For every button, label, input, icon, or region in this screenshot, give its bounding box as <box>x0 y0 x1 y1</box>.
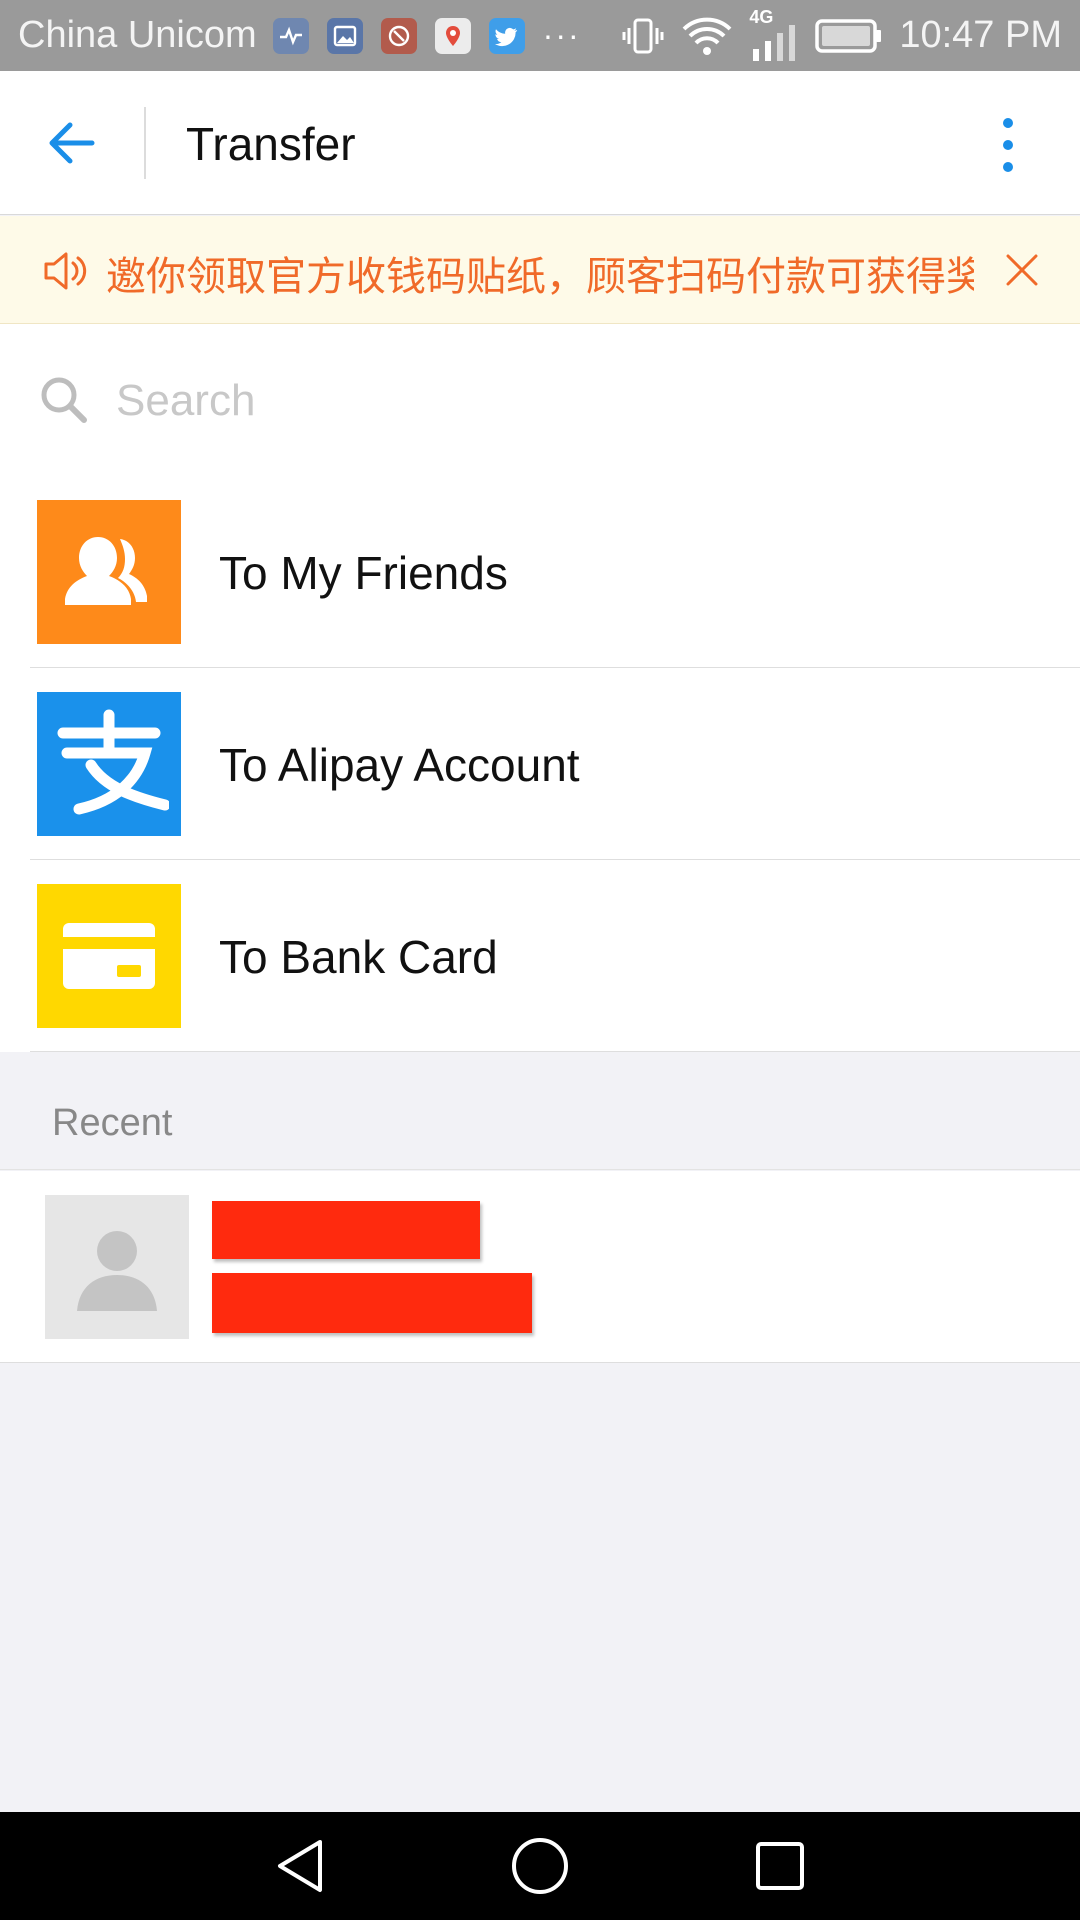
section-title: Recent <box>52 1102 173 1144</box>
twitter-icon <box>488 17 525 54</box>
option-to-alipay-account[interactable]: To Alipay Account <box>0 668 1080 860</box>
redacted-account <box>212 1273 532 1333</box>
recent-header: Recent <box>0 1052 1080 1170</box>
divider <box>144 107 146 179</box>
search-icon <box>41 377 87 423</box>
default-avatar-icon <box>45 1195 189 1339</box>
option-label: To My Friends <box>219 547 508 599</box>
maps-icon <box>434 17 471 54</box>
home-nav-icon[interactable] <box>510 1836 570 1896</box>
vibrate-icon <box>622 18 664 53</box>
carrier-name: China Unicom <box>18 14 257 56</box>
friends-icon <box>37 500 181 644</box>
wifi-icon <box>682 17 732 55</box>
notice-banner[interactable]: 邀你领取官方收钱码贴纸，顾客扫码付款可获得奖励 <box>0 216 1080 324</box>
health-icon <box>272 17 309 54</box>
status-bar: China Unicom ··· 4G 10:47 PM <box>0 0 1080 71</box>
speaker-icon <box>44 252 87 290</box>
option-to-my-friends[interactable]: To My Friends <box>0 476 1080 668</box>
app-bar: Transfer <box>0 71 1080 215</box>
search-bar <box>0 324 1080 476</box>
page-title: Transfer <box>186 118 356 170</box>
close-icon[interactable] <box>1004 252 1040 288</box>
clock: 10:47 PM <box>899 14 1062 56</box>
app-icon <box>380 17 417 54</box>
bank-card-icon <box>37 884 181 1028</box>
cell-signal-icon: 4G <box>749 7 799 61</box>
search-input[interactable] <box>116 370 1016 432</box>
system-navigation-bar <box>0 1812 1080 1920</box>
alipay-icon <box>37 692 181 836</box>
notification-icons <box>272 17 525 54</box>
option-label: To Bank Card <box>219 931 498 983</box>
back-arrow-icon[interactable] <box>40 111 104 175</box>
transfer-options: To My Friends To Alipay Account To Bank … <box>0 476 1080 1052</box>
redacted-name <box>212 1201 480 1259</box>
battery-icon <box>815 18 882 53</box>
gallery-icon <box>326 17 363 54</box>
recents-nav-icon[interactable] <box>750 1836 810 1896</box>
overflow-indicator: ··· <box>542 17 581 53</box>
notice-text: 邀你领取官方收钱码贴纸，顾客扫码付款可获得奖励 <box>106 254 974 300</box>
option-to-bank-card[interactable]: To Bank Card <box>0 860 1080 1052</box>
more-options-icon[interactable] <box>990 115 1026 175</box>
option-label: To Alipay Account <box>219 739 580 791</box>
back-nav-icon[interactable] <box>270 1836 330 1896</box>
recent-contact-item[interactable] <box>0 1171 1080 1363</box>
